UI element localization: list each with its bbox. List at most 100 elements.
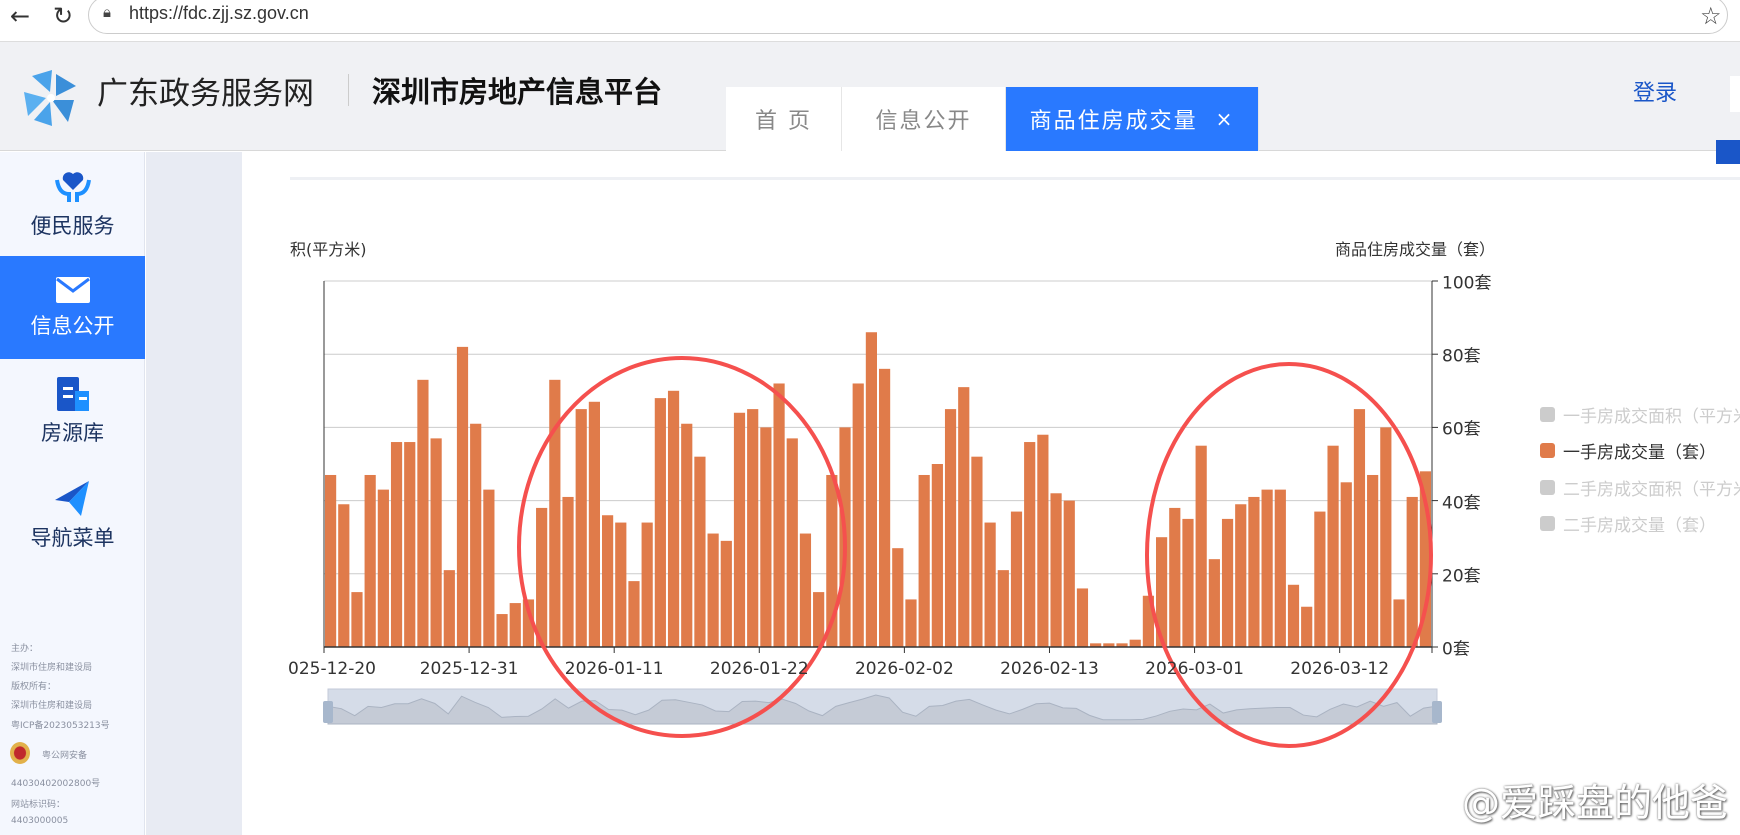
bar [865, 332, 877, 647]
bar [509, 603, 521, 647]
y-tick-label: 100套 [1442, 273, 1492, 294]
bar [456, 346, 469, 647]
bar [694, 456, 706, 647]
bar [338, 504, 350, 647]
bar [773, 383, 785, 647]
bar [1129, 639, 1141, 647]
bar [536, 507, 548, 647]
bar [681, 423, 693, 647]
bar [852, 383, 864, 647]
legend-swatch [1540, 480, 1555, 495]
bar [892, 548, 904, 647]
bar [1340, 482, 1352, 647]
x-tick-label: 2026-03-12 [1290, 659, 1390, 679]
bar [1406, 496, 1418, 647]
bar [549, 379, 561, 647]
bar [654, 398, 666, 647]
y-tick-label: 60套 [1442, 419, 1481, 440]
legend-label: 二手房成交面积（平方米） [1563, 480, 1740, 500]
bar [707, 533, 719, 647]
bar [931, 464, 943, 647]
bar [1248, 496, 1260, 647]
bar [1037, 434, 1049, 647]
x-tick-label: 2026-03-01 [1145, 659, 1244, 679]
legend-label: 一手房成交面积（平方米） [1563, 407, 1740, 427]
bar [1076, 588, 1089, 647]
bar [1327, 445, 1339, 647]
bar [720, 540, 732, 647]
bar [641, 522, 653, 647]
bar [1353, 409, 1366, 647]
bar [430, 438, 442, 647]
bar [747, 409, 759, 647]
bar [1287, 584, 1300, 647]
bar [1274, 489, 1286, 647]
x-tick-label: 025-12-20 [288, 659, 376, 679]
bar [1380, 427, 1392, 647]
legend-label: 一手房成交量（套） [1563, 443, 1716, 463]
bar [733, 412, 746, 647]
y-tick-label: 40套 [1442, 493, 1481, 514]
legend-item[interactable]: 一手房成交量（套） [1540, 438, 1716, 463]
bar [351, 592, 363, 647]
bar [971, 456, 983, 647]
x-tick-label: 2026-01-11 [564, 659, 664, 679]
watermark: @爱踩盘的他爸 [1461, 781, 1728, 825]
legend-swatch [1540, 516, 1555, 531]
bar [562, 496, 574, 647]
bar [1314, 511, 1326, 647]
bar [1050, 493, 1062, 647]
bar [944, 409, 957, 647]
x-tick-label: 2026-02-13 [1000, 659, 1099, 679]
bar [575, 409, 587, 647]
bar [1367, 474, 1379, 647]
bar [760, 427, 772, 647]
bar [799, 533, 812, 647]
bar [1182, 518, 1194, 647]
data-zoom-handle[interactable] [1432, 701, 1442, 723]
bar [628, 581, 640, 647]
bar [1195, 445, 1207, 647]
bar [1221, 518, 1234, 647]
bar [905, 599, 917, 647]
bar [1024, 442, 1036, 647]
bar [417, 379, 429, 647]
bar [918, 474, 930, 647]
y-tick-label: 0套 [1442, 639, 1470, 660]
bar [1208, 559, 1220, 647]
bar [997, 570, 1009, 647]
legend-item[interactable]: 二手房成交面积（平方米） [1540, 475, 1740, 500]
y-tick-label: 20套 [1442, 566, 1481, 587]
bar [958, 387, 970, 647]
bar [1301, 606, 1313, 647]
bar [615, 522, 627, 647]
legend-label: 二手房成交量（套） [1563, 516, 1716, 536]
bar [588, 401, 600, 647]
legend-swatch [1540, 443, 1555, 458]
y-tick-label: 80套 [1442, 346, 1481, 367]
x-tick-label: 2025-12-31 [419, 659, 519, 679]
legend-item[interactable]: 二手房成交量（套） [1540, 511, 1716, 536]
bar [470, 423, 482, 647]
bar [879, 368, 891, 647]
bar [325, 474, 337, 647]
bar [364, 474, 376, 647]
bar [1010, 511, 1023, 647]
bar [1393, 599, 1405, 647]
bar [984, 522, 996, 647]
bar [667, 390, 680, 647]
legend-swatch [1540, 407, 1555, 422]
bar [1235, 504, 1247, 647]
x-tick-label: 2026-02-02 [854, 659, 954, 679]
bar [602, 515, 614, 647]
data-zoom-handle[interactable] [323, 701, 333, 723]
bar [1261, 489, 1273, 647]
bar [786, 438, 798, 647]
bar [483, 489, 495, 647]
x-tick-label: 2026-01-22 [709, 659, 809, 679]
legend-item[interactable]: 一手房成交面积（平方米） [1540, 402, 1740, 427]
bar [404, 442, 416, 647]
bar [443, 570, 455, 647]
bar [390, 442, 403, 647]
bar [1169, 507, 1181, 647]
